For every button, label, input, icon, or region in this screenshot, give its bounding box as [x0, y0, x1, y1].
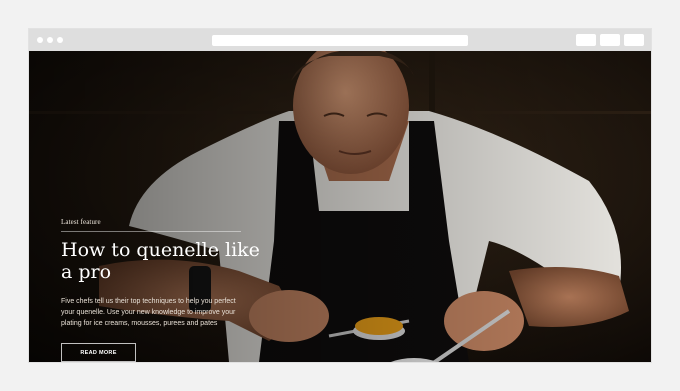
browser-toolbar: [29, 29, 651, 51]
toolbar-button[interactable]: [624, 34, 644, 46]
feature-card: Latest feature How to quenelle like a pr…: [61, 218, 271, 362]
address-bar[interactable]: [212, 35, 468, 46]
divider: [61, 231, 241, 232]
toolbar-button[interactable]: [576, 34, 596, 46]
read-more-button[interactable]: READ MORE: [61, 342, 136, 362]
window-dot-icon: [47, 37, 53, 43]
window-dot-icon: [37, 37, 43, 43]
feature-headline[interactable]: How to quenelle like a pro: [61, 239, 271, 283]
hero-banner: Latest feature How to quenelle like a pr…: [29, 51, 651, 362]
toolbar-button[interactable]: [600, 34, 620, 46]
feature-eyebrow: Latest feature: [61, 218, 101, 226]
window-dot-icon: [57, 37, 63, 43]
browser-window: Latest feature How to quenelle like a pr…: [29, 29, 651, 362]
feature-description: Five chefs tell us their top techniques …: [61, 297, 236, 327]
